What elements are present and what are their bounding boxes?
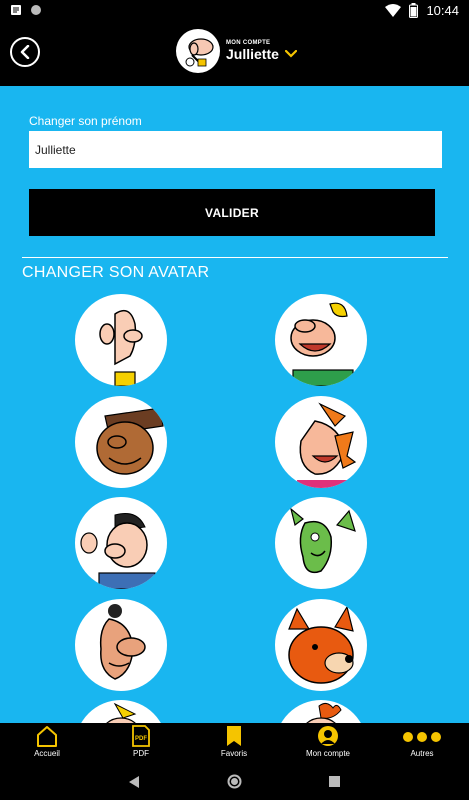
recents-square-icon[interactable]: [328, 775, 341, 788]
status-bar: 10:44: [0, 0, 469, 24]
section-title: CHANGER SON AVATAR: [22, 264, 210, 281]
account-avatar: [176, 29, 220, 73]
back-button[interactable]: [10, 37, 40, 67]
status-time: 10:44: [426, 3, 459, 18]
nav-label: Autres: [410, 749, 434, 758]
avatar-option[interactable]: [75, 700, 167, 723]
avatar-option[interactable]: [275, 294, 367, 386]
avatar-option[interactable]: [275, 700, 367, 723]
bottom-nav: Accueil PDF PDF Favoris Mon compte Autre…: [0, 723, 469, 765]
avatar-option[interactable]: [75, 294, 167, 386]
avatar-option[interactable]: [75, 497, 167, 589]
nav-label: Mon compte: [305, 749, 351, 758]
back-triangle-icon[interactable]: [128, 775, 140, 789]
pdf-icon: PDF: [132, 725, 150, 747]
main-content: Changer son prénom VALIDER CHANGER SON A…: [0, 86, 469, 723]
battery-icon: [409, 3, 419, 18]
account-name: Julliette: [226, 46, 279, 62]
home-icon: [37, 726, 57, 747]
divider: [22, 257, 448, 258]
avatar-option[interactable]: [275, 599, 367, 691]
nav-label: PDF: [133, 749, 149, 758]
avatar-option[interactable]: [275, 497, 367, 589]
nav-accueil[interactable]: Accueil: [7, 725, 87, 758]
first-name-input[interactable]: [29, 131, 442, 168]
chevron-left-icon: [20, 45, 30, 59]
avatar-option[interactable]: [75, 396, 167, 488]
notification-icon: [11, 5, 21, 15]
nav-mon-compte[interactable]: Mon compte: [288, 725, 368, 758]
bookmark-icon: [227, 726, 241, 746]
chevron-down-icon: [284, 50, 297, 58]
home-circle-icon[interactable]: [226, 773, 243, 790]
account-icon: [318, 726, 338, 746]
wifi-icon: [385, 3, 402, 17]
nav-label: Favoris: [220, 749, 248, 758]
nav-label: Accueil: [34, 749, 60, 758]
validate-button[interactable]: VALIDER: [29, 189, 435, 236]
account-switcher[interactable]: MON COMPTE Julliette: [176, 29, 297, 73]
pdf-icon-text: PDF: [135, 736, 147, 742]
first-name-label: Changer son prénom: [29, 114, 142, 128]
more-icon: [403, 732, 441, 742]
record-icon: [31, 5, 41, 15]
avatar-option[interactable]: [75, 599, 167, 691]
nav-pdf[interactable]: PDF PDF: [101, 725, 181, 758]
system-nav-bar: [0, 765, 469, 800]
top-bar: MON COMPTE Julliette: [0, 24, 469, 86]
nav-autres[interactable]: Autres: [382, 725, 462, 758]
avatar-option[interactable]: [275, 396, 367, 488]
nav-favoris[interactable]: Favoris: [194, 725, 274, 758]
